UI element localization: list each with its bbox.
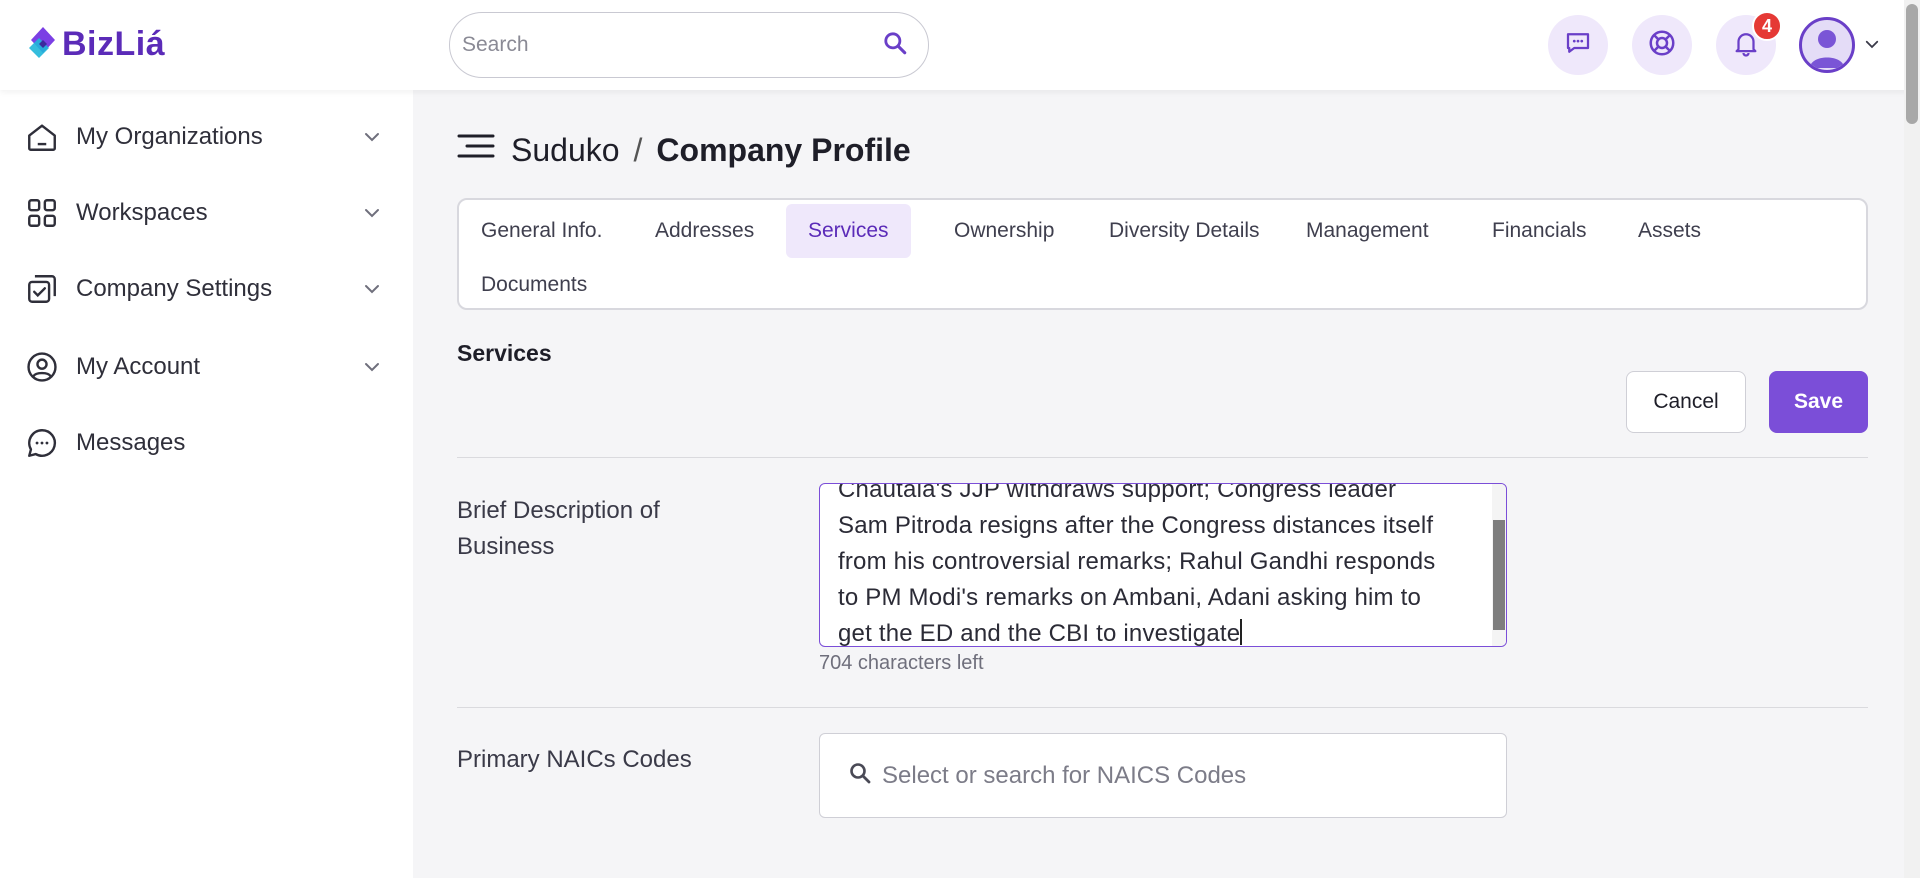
logo-text: BizLiá: [62, 24, 166, 63]
sidebar-item-label: My Account: [76, 353, 201, 380]
sidebar-item-company-settings[interactable]: Company Settings: [24, 264, 384, 314]
chat-icon: [1563, 28, 1593, 63]
user-circle-icon: [24, 349, 60, 385]
profile-tabs: General Info. Addresses Services Ownersh…: [457, 198, 1868, 310]
top-header: BizLiá 4: [0, 0, 1920, 90]
text-line: Sam Pitroda resigns after the Congress d…: [838, 512, 1434, 539]
chat-button[interactable]: [1548, 15, 1608, 75]
text-line: get the ED and the CBI to investigate: [838, 616, 1478, 647]
textarea-scrollbar-thumb[interactable]: [1493, 520, 1505, 630]
text-line: from his controversial remarks; Rahul Ga…: [838, 548, 1436, 575]
notifications-button[interactable]: 4: [1716, 11, 1782, 75]
brief-description-textarea[interactable]: Chautala's JJP withdraws support; Congre…: [819, 483, 1507, 647]
section-title: Services: [457, 340, 552, 366]
sidebar-item-label: Company Settings: [76, 275, 273, 302]
sidebar-item-messages[interactable]: Messages: [24, 418, 384, 468]
chevron-down-icon[interactable]: [1863, 35, 1881, 58]
sidebar-item-label: Messages: [76, 429, 186, 456]
logo[interactable]: BizLiá: [28, 24, 165, 64]
settings-check-icon: [24, 271, 60, 307]
sidebar-item-my-account[interactable]: My Account: [24, 342, 384, 392]
tab-management[interactable]: Management: [1284, 204, 1451, 258]
grid-icon: [24, 195, 60, 231]
sidebar-item-label: Workspaces: [76, 199, 208, 226]
text-line: to PM Modi's remarks on Ambani, Adani as…: [838, 584, 1422, 611]
chevron-down-icon[interactable]: [360, 355, 384, 379]
divider: [457, 707, 1868, 708]
tab-general-info[interactable]: General Info.: [459, 204, 624, 258]
tab-financials[interactable]: Financials: [1470, 204, 1609, 258]
breadcrumb-parent[interactable]: Suduko: [511, 132, 620, 169]
chevron-down-icon[interactable]: [360, 201, 384, 225]
search-input[interactable]: [462, 33, 882, 57]
tab-services[interactable]: Services: [786, 204, 911, 258]
tab-assets[interactable]: Assets: [1616, 204, 1723, 258]
chevron-down-icon[interactable]: [360, 125, 384, 149]
text-line: Chautala's JJP withdraws support; Congre…: [838, 483, 1397, 503]
search-icon: [848, 761, 872, 790]
naics-placeholder: Select or search for NAICS Codes: [882, 761, 1247, 789]
cancel-button[interactable]: Cancel: [1626, 371, 1746, 433]
notification-badge: 4: [1752, 11, 1782, 41]
brief-description-label-line: Business: [457, 533, 555, 560]
tab-addresses[interactable]: Addresses: [633, 204, 776, 258]
characters-left: 704 characters left: [819, 652, 984, 674]
support-button[interactable]: [1632, 15, 1692, 75]
logo-mark-icon: [28, 24, 58, 64]
main-content: Suduko / Company Profile General Info. A…: [413, 90, 1904, 878]
message-icon: [24, 425, 60, 461]
breadcrumb: Suduko / Company Profile: [457, 130, 911, 170]
brief-description-label-line: Brief Description of: [457, 497, 660, 524]
tab-ownership[interactable]: Ownership: [932, 204, 1076, 258]
sidebar: My Organizations Workspaces Company Sett…: [0, 90, 413, 878]
chevron-down-icon[interactable]: [360, 277, 384, 301]
user-avatar[interactable]: [1799, 17, 1855, 73]
sidebar-item-label: My Organizations: [76, 123, 263, 150]
page-scrollbar-thumb[interactable]: [1906, 4, 1918, 124]
primary-naics-label: Primary NAICs Codes: [457, 746, 692, 773]
menu-icon[interactable]: [457, 130, 495, 170]
naics-select[interactable]: Select or search for NAICS Codes: [819, 733, 1507, 818]
brief-description-text[interactable]: Chautala's JJP withdraws support; Congre…: [838, 483, 1478, 647]
tab-diversity-details[interactable]: Diversity Details: [1087, 204, 1282, 258]
brief-description-label: Brief Description of Business: [457, 493, 660, 565]
home-icon: [24, 119, 60, 155]
divider: [457, 457, 1868, 458]
sidebar-item-my-organizations[interactable]: My Organizations: [24, 112, 384, 162]
page-scrollbar[interactable]: [1904, 0, 1920, 878]
sidebar-item-workspaces[interactable]: Workspaces: [24, 188, 384, 238]
search-icon[interactable]: [882, 30, 908, 61]
page-title: Company Profile: [656, 131, 911, 168]
save-button[interactable]: Save: [1769, 371, 1868, 433]
tab-documents[interactable]: Documents: [459, 258, 609, 312]
text-line-content: get the ED and the CBI to investigate: [838, 620, 1241, 647]
textarea-scrollbar[interactable]: [1492, 484, 1506, 646]
support-icon: [1647, 28, 1677, 63]
text-cursor: [1240, 619, 1243, 645]
breadcrumb-separator: /: [633, 131, 643, 168]
search-bar[interactable]: [449, 12, 929, 78]
